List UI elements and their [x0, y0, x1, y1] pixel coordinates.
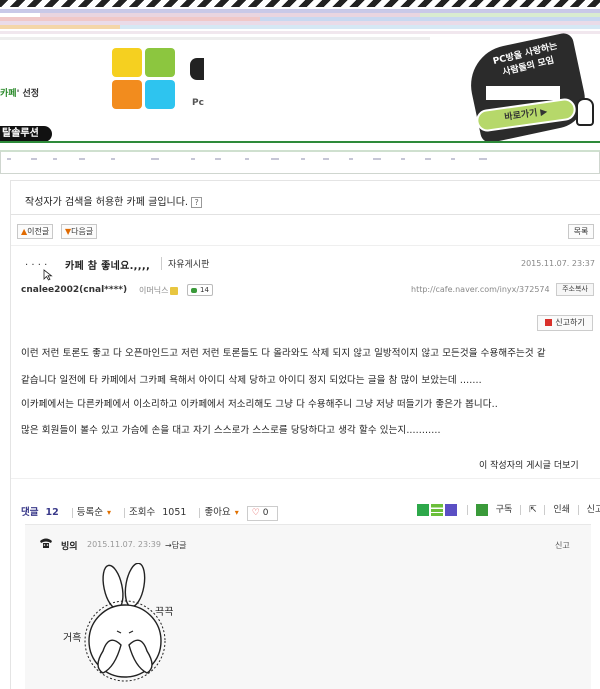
list-button[interactable]: 목록 — [568, 224, 594, 239]
post-paragraph: 이카페에서는 다른카페에서 이소리하고 이카페에서 저소리해도 그냥 다 수용해… — [21, 399, 498, 410]
notice-divider — [11, 214, 600, 215]
brand-label: 카페' 선정 — [0, 86, 39, 99]
search-notice: 작성자가 검색을 허용한 카페 글입니다.? — [25, 193, 203, 208]
post-paragraph: 같습니다 일전에 타 카페에서 그카페 욕해서 아이디 삭제 당하고 아이디 정… — [21, 375, 482, 386]
comment-badge-count: 14 — [200, 286, 209, 294]
article-frame: 작성자가 검색을 허용한 카페 글입니다.? ▲이전글 ▼다음글 목록 . . … — [10, 180, 600, 689]
report-link[interactable]: 신고 — [587, 505, 600, 515]
board-link[interactable]: 자유게시판 — [161, 257, 209, 270]
report-label: 신고하기 — [555, 318, 585, 327]
post-date: 2015.11.07. 23:37 — [521, 259, 595, 268]
post-toolbar: 댓글 12 등록순 ▾ 조회수 1051 좋아요 ▾ ♡ 0 — [21, 504, 282, 521]
rss-icon — [475, 503, 488, 516]
comment-report-link[interactable]: 신고 — [555, 540, 570, 551]
logo-fragment: Pc — [192, 98, 204, 108]
siren-icon — [545, 319, 553, 326]
member-grade: 이머닉스 — [139, 285, 179, 296]
post-title: 카페 참 좋네요.,,,, — [65, 261, 151, 272]
crying-rabbit-sticker: 거흑 끅끅 — [63, 563, 173, 682]
share-bar: 구독 ⇱ 인쇄 신고 — [417, 502, 600, 518]
like-button[interactable]: ♡ 0 — [246, 506, 278, 521]
toolbar-separator — [544, 504, 546, 515]
solution-label: 탈솔루션 — [0, 126, 52, 142]
mouse-cursor-icon — [43, 269, 53, 281]
grade-icon — [170, 286, 179, 295]
sticker-text-left: 거흑 — [63, 631, 81, 644]
next-post-label: 다음글 — [71, 227, 94, 236]
sort-dropdown[interactable]: 등록순 ▾ — [77, 507, 115, 518]
subscribe-link[interactable]: 구독 — [496, 505, 513, 515]
reply-arrow-icon: → — [165, 541, 172, 550]
comments-toggle[interactable]: 댓글 12 — [21, 507, 63, 518]
views-count: 1051 — [162, 507, 187, 518]
toolbar-separator — [466, 504, 468, 515]
author-name[interactable]: cnalee2002(cnal****) — [21, 285, 127, 295]
chevron-down-icon: ▾ — [106, 508, 111, 517]
logo-tile-green — [145, 48, 175, 77]
views-label: 조회수 — [129, 507, 156, 518]
toolbar-separator — [577, 504, 579, 515]
title-prefix: . . . . — [25, 257, 48, 268]
comment-count-badge[interactable]: 14 — [187, 284, 213, 296]
speech-bubble-icon — [191, 287, 197, 293]
next-post-button[interactable]: ▼다음글 — [61, 224, 98, 239]
post-url[interactable]: http://cafe.naver.com/inyx/372574 — [411, 285, 550, 294]
report-post-button[interactable]: 신고하기 — [537, 315, 593, 331]
copy-url-button[interactable]: 주소복사 — [556, 283, 594, 296]
share-blog-icon[interactable] — [431, 503, 443, 516]
search-notice-text: 작성자가 검색을 허용한 카페 글입니다. — [25, 197, 189, 208]
banner-stripe — [0, 0, 600, 7]
sticker-text-right: 끅끅 — [155, 606, 173, 618]
promo-badge[interactable]: PC방을 사랑하는 사람들의 모임 바로가기 ▶ — [458, 31, 600, 145]
menu-bar-glitch — [7, 158, 487, 160]
logo-tile-orange — [112, 80, 142, 109]
commenter-avatar-icon — [40, 538, 52, 548]
comments-count: 12 — [45, 507, 59, 518]
like-label: 좋아요 — [204, 507, 231, 518]
author-more-posts-link[interactable]: 이 작성자의 게시글 더보기 — [479, 458, 579, 471]
brand-tail: ' 선정 — [16, 89, 40, 99]
reply-label: 답글 — [171, 541, 187, 550]
help-icon[interactable]: ? — [191, 196, 203, 208]
share-arrow-icon[interactable]: ⇱ — [529, 505, 537, 515]
toolbar-separator — [71, 507, 73, 518]
member-grade-label: 이머닉스 — [139, 286, 169, 295]
post-paragraph: 많은 회원들이 볼수 있고 가슴에 손을 대고 자기 스스로가 스스로를 당당하… — [21, 425, 441, 436]
menu-bar[interactable] — [0, 150, 600, 174]
share-band-icon[interactable] — [417, 503, 429, 516]
comments-label: 댓글 — [21, 507, 39, 518]
toolbar-separator — [520, 504, 522, 515]
likes-dropdown[interactable]: 좋아요 ▾ — [204, 507, 242, 518]
view-count: 조회수 1051 — [129, 507, 190, 518]
banner-divider — [0, 141, 600, 143]
pointer-hand-icon — [576, 98, 594, 126]
print-link[interactable]: 인쇄 — [553, 505, 570, 515]
commenter-name[interactable]: 빙의 — [61, 539, 78, 552]
cafe-logo[interactable] — [112, 48, 176, 110]
promo-blank — [486, 86, 560, 100]
toolbar-separator — [199, 507, 201, 518]
pager-divider — [11, 245, 600, 246]
logo-mark — [190, 58, 204, 80]
post-paragraph: 이런 저런 토론도 좋고 다 오픈마인드고 저런 저런 토론들도 다 올라와도 … — [21, 348, 546, 359]
comment-date: 2015.11.07. 23:39 — [87, 540, 161, 549]
prev-post-label: 이전글 — [27, 227, 50, 236]
brand-suffix: 카페 — [0, 89, 17, 99]
cafe-banner: 카페' 선정 Pc PC방을 사랑하는 사람들의 모임 바로가기 ▶ 탈솔루션 — [0, 0, 600, 150]
like-count: 0 — [262, 508, 269, 518]
chevron-down-icon: ▾ — [234, 508, 239, 517]
prev-post-button[interactable]: ▲이전글 — [17, 224, 54, 239]
reply-button[interactable]: →답글 — [165, 540, 186, 551]
sort-label: 등록순 — [76, 507, 103, 518]
toolbar-separator — [124, 507, 125, 518]
logo-tile-yellow — [112, 48, 142, 77]
comment-item: 빙의 2015.11.07. 23:39 →답글 신고 거흑 끅끅 — [25, 524, 591, 689]
heart-icon: ♡ — [251, 508, 260, 518]
body-divider — [11, 478, 600, 479]
logo-tile-cyan — [145, 80, 175, 109]
share-cafe-icon[interactable] — [445, 503, 457, 516]
